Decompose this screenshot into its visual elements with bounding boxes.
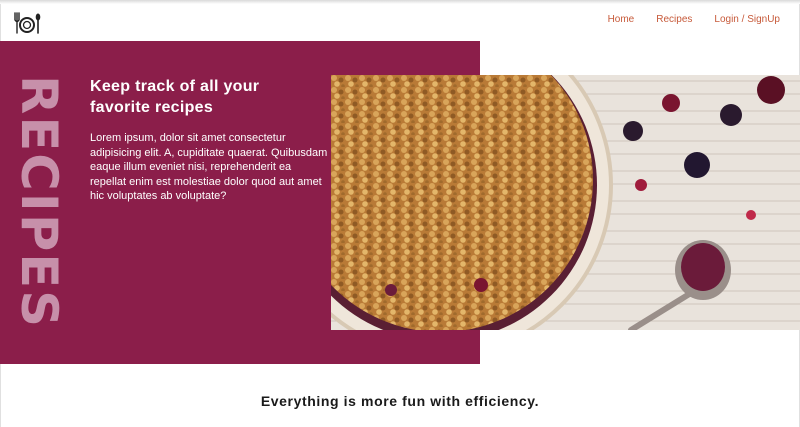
nav-login-signup-link[interactable]: Login / SignUp xyxy=(714,14,780,25)
hero-body-text: Lorem ipsum, dolor sit amet consectetur … xyxy=(90,132,328,202)
nav-home-link[interactable]: Home xyxy=(608,14,635,25)
berry-crumble-photo xyxy=(331,75,800,330)
vertical-recipes-word: RECIPES xyxy=(12,75,70,330)
fork-plate-spoon-icon[interactable] xyxy=(12,11,42,35)
tagline: Everything is more fun with efficiency. xyxy=(260,393,540,409)
hero-heading: Keep track of all your favorite recipes xyxy=(90,78,260,116)
site-header: Home Recipes Login / SignUp xyxy=(0,0,800,42)
vertical-word-text: RECIPES xyxy=(12,75,68,329)
main-nav: Home Recipes Login / SignUp xyxy=(608,14,780,25)
nav-recipes-link[interactable]: Recipes xyxy=(656,14,692,25)
